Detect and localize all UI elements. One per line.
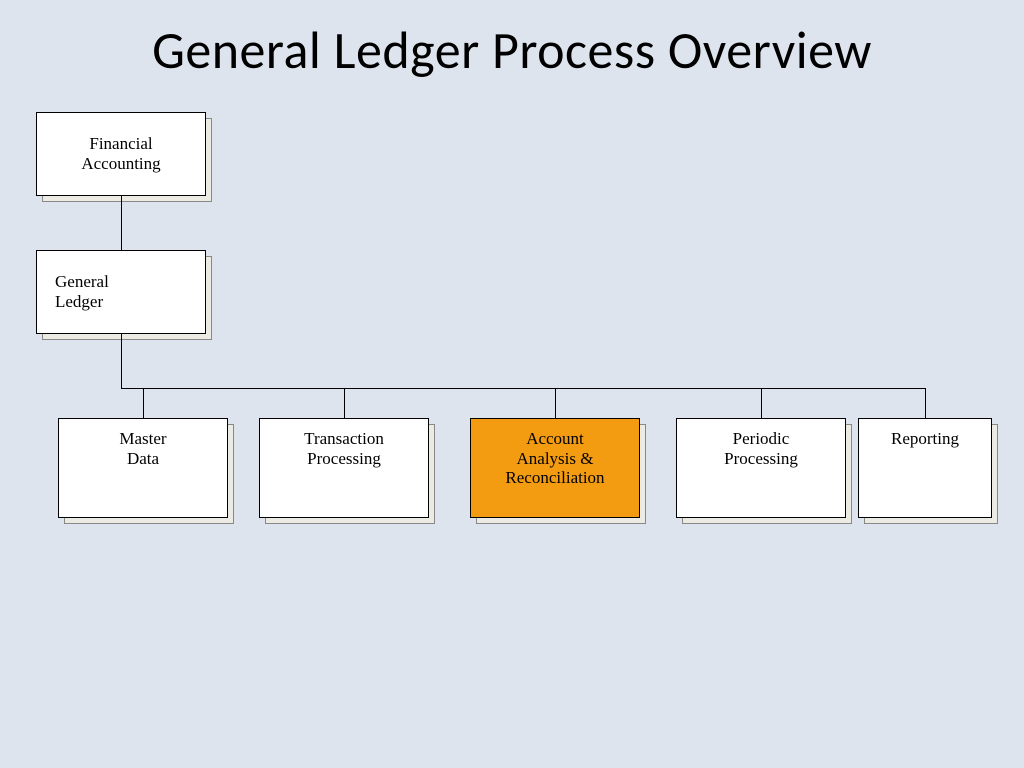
- node-reporting: Reporting: [858, 418, 992, 518]
- node-label: Financial Accounting: [36, 112, 206, 196]
- connector-vertical: [121, 196, 122, 250]
- page-title: General Ledger Process Overview: [0, 18, 1024, 82]
- connector-drop: [761, 388, 762, 418]
- connector-drop: [555, 388, 556, 418]
- node-label: Reporting: [858, 418, 992, 518]
- slide: General Ledger Process Overview Financia…: [0, 0, 1024, 768]
- connector-vertical: [121, 334, 122, 388]
- connector-drop: [143, 388, 144, 418]
- node-label: Account Analysis & Reconciliation: [470, 418, 640, 518]
- node-general-ledger: General Ledger: [36, 250, 206, 334]
- node-transaction-processing: Transaction Processing: [259, 418, 429, 518]
- node-label: Master Data: [58, 418, 228, 518]
- node-label: Transaction Processing: [259, 418, 429, 518]
- node-periodic-processing: Periodic Processing: [676, 418, 846, 518]
- node-master-data: Master Data: [58, 418, 228, 518]
- node-account-analysis-reconciliation: Account Analysis & Reconciliation: [470, 418, 640, 518]
- connector-horizontal-bus: [121, 388, 925, 389]
- node-label: General Ledger: [36, 250, 206, 334]
- node-financial-accounting: Financial Accounting: [36, 112, 206, 196]
- node-label: Periodic Processing: [676, 418, 846, 518]
- connector-drop: [344, 388, 345, 418]
- connector-drop: [925, 388, 926, 418]
